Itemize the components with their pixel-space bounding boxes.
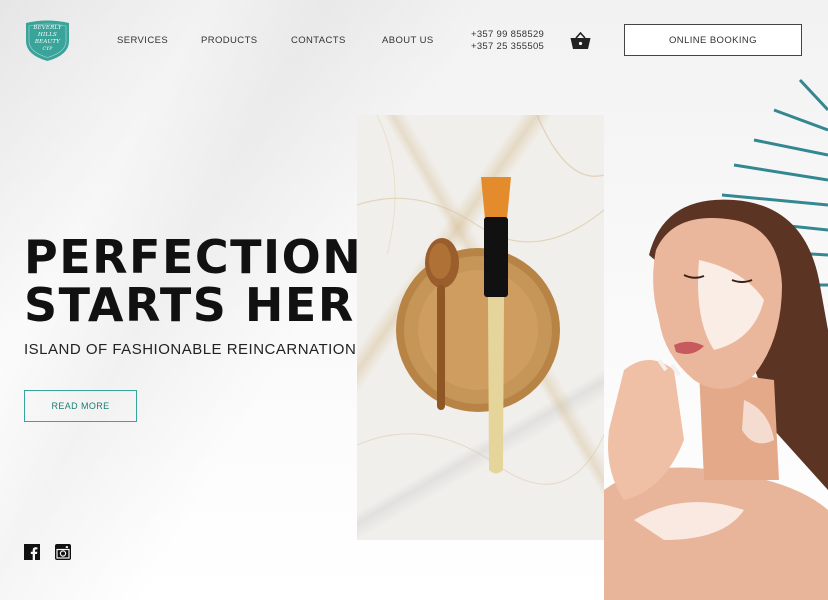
phone-number-2[interactable]: +357 25 355505 (471, 41, 544, 53)
shopping-basket-icon[interactable] (570, 31, 591, 50)
nav-item-about-us[interactable]: ABOUT US (382, 35, 434, 46)
nav-item-contacts[interactable]: CONTACTS (291, 35, 346, 46)
facebook-icon[interactable] (24, 544, 40, 560)
instagram-icon[interactable] (55, 544, 71, 560)
hero-title-line-2: STARTS HERE (24, 278, 388, 332)
product-photo (357, 115, 604, 540)
nav-item-services[interactable]: SERVICES (117, 35, 168, 46)
hero-subtitle: ISLAND OF FASHIONABLE REINCARNATIONS (24, 341, 367, 358)
online-booking-button[interactable]: ONLINE BOOKING (624, 24, 802, 56)
model-photo (604, 70, 828, 600)
logo-text: BEVERLY HILLS BEAUTY CYP (24, 25, 71, 53)
phone-numbers: +357 99 858529 +357 25 355505 (471, 29, 544, 53)
logo-line-3: CYP (42, 47, 53, 52)
hero-title-line-1: PERFECTION (24, 230, 363, 284)
phone-number-1[interactable]: +357 99 858529 (471, 29, 544, 41)
logo-line-1: BEVERLY HILLS (33, 25, 62, 38)
logo-line-2: BEAUTY (34, 39, 61, 45)
brand-logo[interactable]: BEVERLY HILLS BEAUTY CYP (24, 19, 71, 62)
hero-title: PERFECTION STARTS HERE (24, 233, 388, 329)
nav-item-products[interactable]: PRODUCTS (201, 35, 258, 46)
read-more-button[interactable]: READ MORE (24, 390, 137, 422)
